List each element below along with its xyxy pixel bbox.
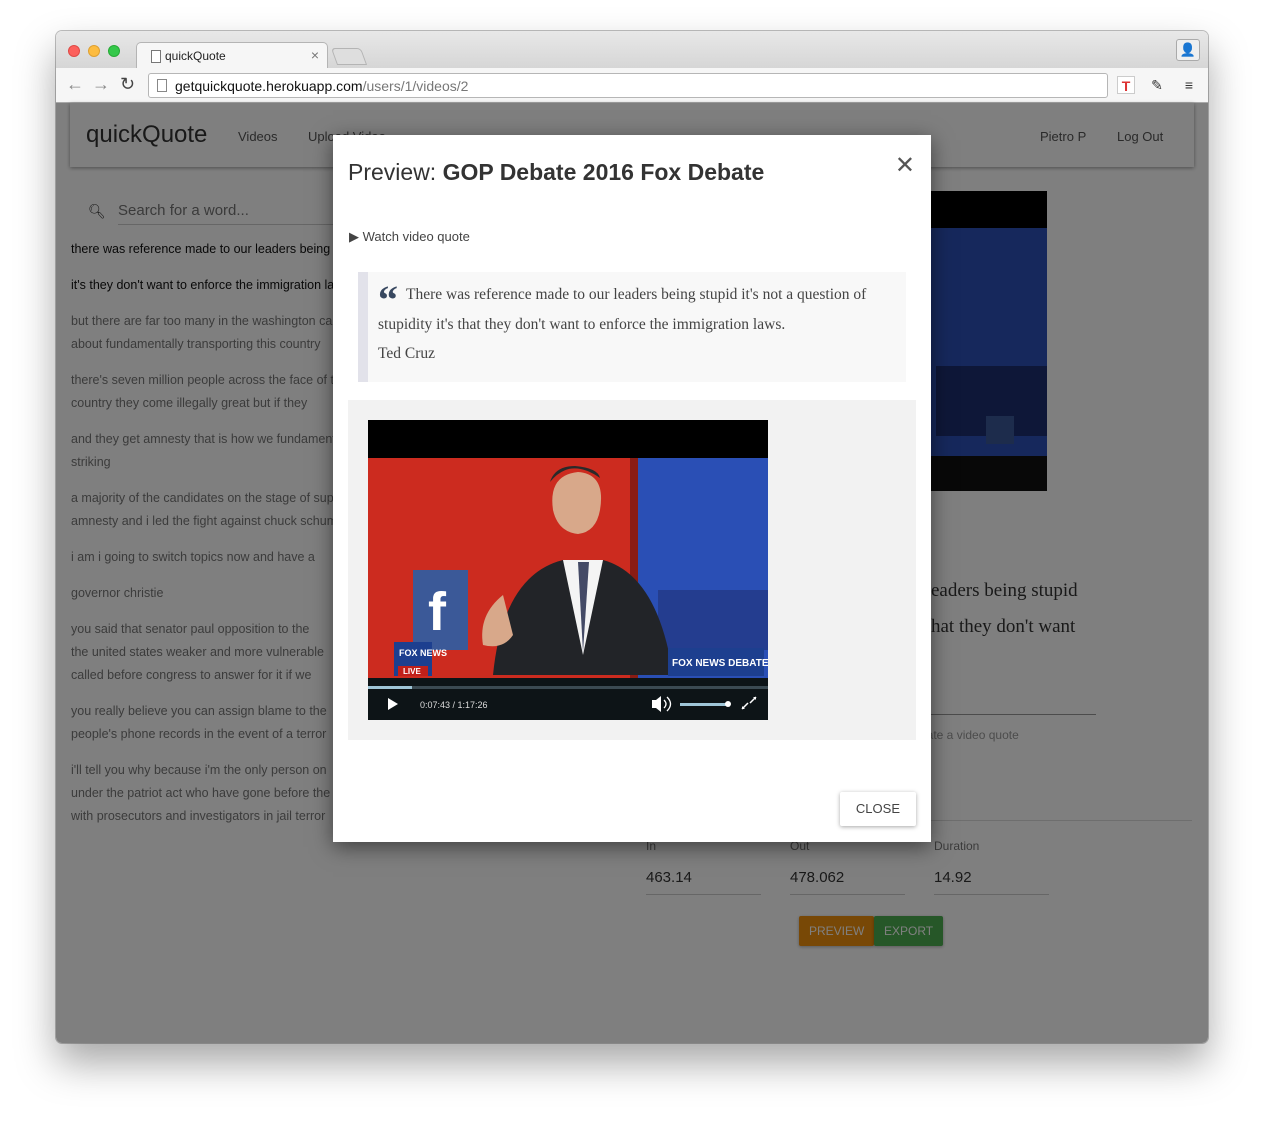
tab-bar: quickQuote × 👤 [56, 31, 1208, 69]
modal-title-prefix: Preview: [348, 159, 437, 185]
page-icon [157, 79, 167, 92]
quote-blockquote: “There was reference made to our leaders… [358, 272, 906, 382]
close-icon[interactable]: ✕ [895, 151, 915, 180]
debate-logo-text: FOX NEWS DEBATE [672, 658, 768, 669]
svg-text:f: f [428, 582, 447, 642]
quote-text: There was reference made to our leaders … [378, 286, 867, 333]
player-container: f FOX NEWS LIVE FOX NEWS DEBATE 0:07:43 … [348, 400, 916, 740]
close-window-button[interactable] [68, 45, 80, 57]
browser-window: quickQuote × 👤 ← → ↻ getquickquote.herok… [56, 31, 1208, 1043]
modal-title: Preview: GOP Debate 2016 Fox Debate [348, 159, 764, 186]
play-triangle-icon: ▶ [349, 229, 359, 244]
video-frame: f FOX NEWS LIVE FOX NEWS DEBATE 0:07:43 … [368, 420, 768, 720]
menu-icon[interactable]: ≡ [1180, 76, 1198, 94]
tab-title: quickQuote [165, 49, 226, 63]
watch-video-toggle[interactable]: ▶ Watch video quote [349, 229, 470, 245]
forward-arrow-icon[interactable]: → [92, 74, 110, 95]
url-text: getquickquote.herokuapp.com/users/1/vide… [175, 78, 469, 94]
preview-modal: Preview: GOP Debate 2016 Fox Debate ✕ ▶ … [333, 135, 931, 842]
preview-video-player[interactable]: f FOX NEWS LIVE FOX NEWS DEBATE 0:07:43 … [368, 420, 768, 720]
quote-author: Ted Cruz [378, 345, 436, 362]
new-tab-button[interactable] [330, 48, 368, 65]
video-time: 0:07:43 / 1:17:26 [420, 700, 488, 710]
reload-icon[interactable]: ↻ [120, 74, 135, 95]
extension-icon[interactable]: T [1117, 76, 1135, 94]
browser-toolbar: ← → ↻ getquickquote.herokuapp.com/users/… [56, 68, 1208, 103]
back-arrow-icon[interactable]: ← [66, 74, 84, 95]
page-icon [151, 50, 161, 63]
page: quickQuote Videos Upload Video Pietro P … [56, 103, 1208, 1043]
zoom-window-button[interactable] [108, 45, 120, 57]
minimize-window-button[interactable] [88, 45, 100, 57]
tab-close-icon[interactable]: × [311, 47, 319, 63]
pencil-icon[interactable]: ✎ [1148, 76, 1166, 94]
watch-label: Watch video quote [362, 229, 470, 244]
modal-title-name: GOP Debate 2016 Fox Debate [442, 159, 765, 185]
modal-close-button[interactable]: CLOSE [839, 792, 916, 826]
news-logo-text: FOX NEWS [399, 648, 447, 658]
address-bar[interactable]: getquickquote.herokuapp.com/users/1/vide… [148, 73, 1108, 98]
profile-icon[interactable]: 👤 [1176, 39, 1200, 61]
browser-tab[interactable]: quickQuote × [136, 42, 328, 69]
live-logo-text: LIVE [403, 667, 421, 676]
